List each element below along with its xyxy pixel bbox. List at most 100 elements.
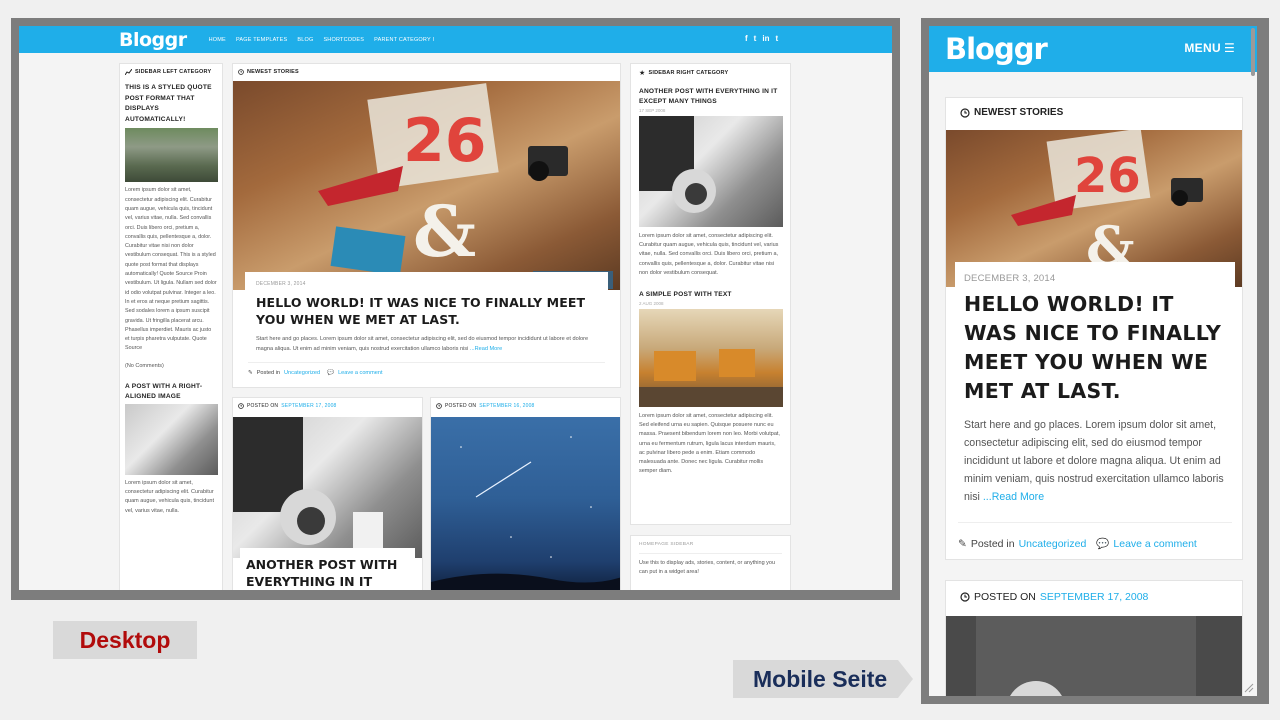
mobile-post-2-meta: POSTED ON SEPTEMBER 17, 2008: [946, 581, 1242, 613]
comment-icon: 💬: [327, 370, 335, 376]
left-post1-title[interactable]: THIS IS A STYLED QUOTE POST FORMAT THAT …: [125, 83, 217, 125]
comment-icon: 💬: [1096, 538, 1110, 550]
resize-grip-icon[interactable]: [1244, 683, 1254, 693]
right-sidebar-heading-text: SIDEBAR RIGHT CATEGORY: [648, 70, 729, 76]
hamburger-icon: ☰: [1223, 41, 1235, 55]
left-sidebar: SIDEBAR LEFT CATEGORY THIS IS A STYLED Q…: [119, 63, 223, 590]
tumblr-icon[interactable]: t: [775, 34, 778, 43]
menu-item-shortcodes[interactable]: SHORTCODES: [323, 37, 364, 43]
newest-stories-text: NEWEST STORIES: [247, 69, 299, 75]
menu-item-parent-category[interactable]: PARENT CATEGORY I: [374, 37, 434, 43]
newest-stories-heading: NEWEST STORIES: [233, 64, 620, 80]
right-post2-image[interactable]: [639, 309, 783, 408]
facebook-icon[interactable]: f: [745, 34, 748, 43]
svg-text:&: &: [413, 190, 476, 273]
left-post2-text: Lorem ipsum dolor sit amet, consectetur …: [125, 479, 214, 514]
menu-item-page-templates[interactable]: PAGE TEMPLATES: [236, 37, 287, 43]
featured-posted-in: Posted in: [256, 370, 281, 376]
mobile-label: Mobile Seite: [733, 660, 913, 698]
grid-post-1-posted-on: POSTED ON: [247, 403, 279, 409]
pencil-icon: ✎: [248, 370, 253, 376]
grid-post-2-meta: POSTED ON SEPTEMBER 16, 2008: [431, 398, 620, 414]
featured-date: DECEMBER 3, 2014: [256, 281, 306, 287]
grid-post-1: POSTED ON SEPTEMBER 17, 2008 ANOTHER POS…: [232, 397, 423, 590]
left-post1-image[interactable]: [125, 128, 218, 183]
grid-post-1-meta: POSTED ON SEPTEMBER 17, 2008: [233, 398, 422, 414]
grid-post-2-posted-on: POSTED ON: [445, 403, 477, 409]
mobile-screen: Bloggr MENU ☰ NEWEST STORIES 26 & DECEMB…: [929, 26, 1257, 696]
mobile-featured-date: DECEMBER 3, 2014: [964, 273, 1056, 284]
left-sidebar-heading-text: SIDEBAR LEFT CATEGORY: [135, 69, 212, 75]
featured-excerpt: Start here and go places. Lorem ipsum do…: [256, 335, 597, 354]
featured-post-card: NEWEST STORIES 26 & DECEMBER 3, 2014 HEL…: [232, 63, 621, 388]
svg-text:26: 26: [403, 106, 487, 176]
mobile-comment-link[interactable]: Leave a comment: [1113, 538, 1196, 550]
grid-post-2-date[interactable]: SEPTEMBER 16, 2008: [479, 403, 534, 409]
twitter-icon[interactable]: t: [754, 34, 757, 43]
featured-comment-link[interactable]: Leave a comment: [338, 370, 382, 376]
right-post2-title[interactable]: A SIMPLE POST WITH TEXT: [639, 290, 782, 300]
mobile-newest-heading: NEWEST STORIES: [946, 98, 1242, 127]
grid-post-1-image[interactable]: [233, 417, 422, 558]
grid-post-1-title[interactable]: ANOTHER POST WITH EVERYTHING IN IT EXCEP…: [246, 556, 409, 590]
mobile-menu-button[interactable]: MENU ☰: [1184, 41, 1235, 55]
featured-category-link[interactable]: Uncategorized: [284, 370, 320, 376]
grid-post-2-image[interactable]: [431, 417, 620, 590]
featured-content: DECEMBER 3, 2014 HELLO WORLD! IT WAS NIC…: [245, 272, 608, 354]
mobile-post-2-image[interactable]: [946, 616, 1242, 696]
featured-read-more[interactable]: ...Read More: [470, 346, 502, 352]
featured-image[interactable]: 26 &: [233, 81, 620, 290]
desktop-label: Desktop: [53, 621, 197, 659]
mobile-posted-in: Posted in: [970, 537, 1015, 550]
desktop-navbar: Bloggr HOME PAGE TEMPLATES BLOG SHORTCOD…: [19, 26, 892, 53]
left-post1-text: Lorem ipsum dolor sit amet, consectetur …: [125, 187, 217, 352]
right-sidebar: ★ SIDEBAR RIGHT CATEGORY ANOTHER POST WI…: [630, 63, 791, 525]
mobile-featured-title[interactable]: HELLO WORLD! IT WAS NICE TO FINALLY MEET…: [964, 290, 1226, 406]
right-post1-image[interactable]: [639, 116, 783, 227]
grid-post-2: POSTED ON SEPTEMBER 16, 2008: [430, 397, 621, 590]
linkedin-icon[interactable]: in: [762, 34, 769, 43]
right-post1-title[interactable]: ANOTHER POST WITH EVERYTHING IN IT EXCEP…: [639, 87, 782, 107]
right-post1-date: 17 SEP 2008: [639, 108, 666, 113]
left-post1-comments[interactable]: (No Comments): [125, 362, 217, 371]
menu-item-blog[interactable]: BLOG: [297, 37, 313, 43]
clock-icon: [436, 403, 442, 409]
homepage-sidebar-heading: HOMEPAGE SIDEBAR: [639, 536, 782, 554]
clock-icon: [238, 403, 244, 409]
mobile-scrollbar[interactable]: [1251, 28, 1255, 76]
mobile-category-link[interactable]: Uncategorized: [1019, 538, 1087, 550]
mobile-frame: Bloggr MENU ☰ NEWEST STORIES 26 & DECEMB…: [921, 18, 1269, 704]
mobile-label-text: Mobile Seite: [753, 665, 888, 692]
mobile-post-2-posted-on: POSTED ON: [974, 591, 1036, 603]
grid-post-1-date[interactable]: SEPTEMBER 17, 2008: [281, 403, 336, 409]
mobile-featured-content: DECEMBER 3, 2014 HELLO WORLD! IT WAS NIC…: [955, 262, 1235, 506]
desktop-logo[interactable]: Bloggr: [119, 29, 187, 51]
desktop-menu: HOME PAGE TEMPLATES BLOG SHORTCODES PARE…: [209, 37, 435, 43]
social-links: f t in t: [745, 34, 778, 43]
mobile-featured-card: NEWEST STORIES 26 & DECEMBER 3, 2014 HEL…: [945, 97, 1243, 560]
left-post2-image[interactable]: [125, 403, 218, 475]
pencil-icon: ✎: [958, 537, 967, 550]
mobile-post-2-date[interactable]: SEPTEMBER 17, 2008: [1040, 591, 1149, 603]
featured-title[interactable]: HELLO WORLD! IT WAS NICE TO FINALLY MEET…: [256, 294, 597, 328]
chart-icon: [125, 69, 132, 75]
right-sidebar-heading: ★ SIDEBAR RIGHT CATEGORY: [639, 64, 782, 87]
desktop-frame: Bloggr HOME PAGE TEMPLATES BLOG SHORTCOD…: [11, 18, 900, 600]
mobile-newest-heading-text: NEWEST STORIES: [974, 107, 1064, 118]
clock-icon: [960, 107, 970, 118]
menu-item-home[interactable]: HOME: [209, 37, 226, 43]
homepage-sidebar-text: Use this to display ads, stories, conten…: [639, 560, 776, 576]
star-icon: ★: [639, 70, 646, 77]
homepage-sidebar: HOMEPAGE SIDEBAR Use this to display ads…: [630, 535, 791, 590]
clock-icon: [960, 592, 970, 602]
left-post2-title[interactable]: A POST WITH A RIGHT-ALIGNED IMAGE: [125, 382, 217, 402]
right-post2-text: Lorem ipsum dolor sit amet, consectetur …: [639, 413, 780, 475]
right-post2-date: 2 AUG 2008: [639, 301, 664, 307]
mobile-menu-label: MENU: [1184, 41, 1221, 55]
desktop-body: SIDEBAR LEFT CATEGORY THIS IS A STYLED Q…: [19, 53, 892, 590]
left-sidebar-heading: SIDEBAR LEFT CATEGORY: [125, 64, 217, 83]
featured-excerpt-text: Start here and go places. Lorem ipsum do…: [256, 336, 589, 352]
mobile-logo[interactable]: Bloggr: [945, 32, 1048, 66]
mobile-read-more[interactable]: ...Read More: [983, 491, 1044, 503]
mobile-featured-divider: [958, 522, 1232, 523]
